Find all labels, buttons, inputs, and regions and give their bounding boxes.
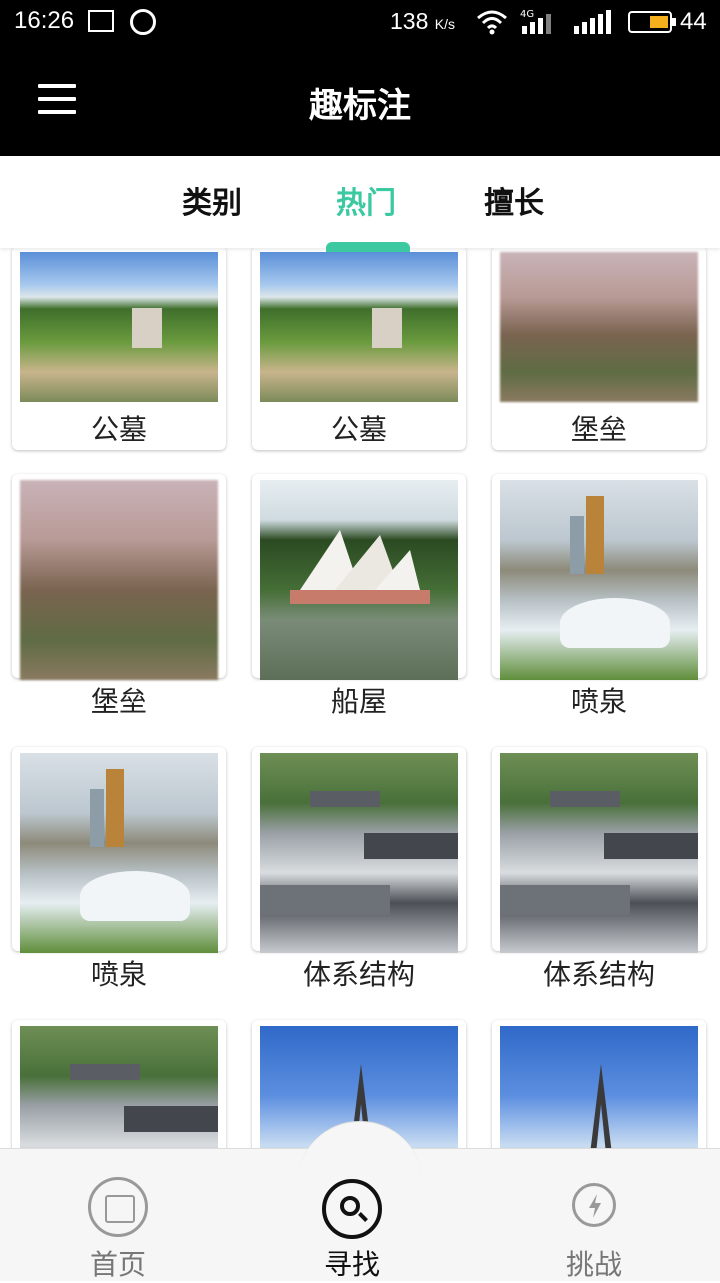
tab-indicator (326, 242, 410, 252)
image-icon (88, 10, 114, 32)
battery-percent: 44 (680, 8, 707, 35)
card-label: 堡垒 (570, 413, 627, 446)
grid-card[interactable]: 公墓 (252, 248, 466, 450)
check-circle-icon (130, 9, 156, 35)
nav-challenge-label: 挑战 (565, 1248, 622, 1281)
card-label: 体系结构 (542, 958, 655, 991)
page-title: 趣标注 (309, 86, 411, 126)
nav-home[interactable]: 首页 (38, 1149, 198, 1281)
grid-card[interactable]: 体系结构 (252, 747, 466, 991)
network-speed-unit: K/s (434, 16, 455, 32)
card-label: 喷泉 (570, 685, 627, 718)
card-label: 公墓 (90, 413, 147, 446)
thumbnail-image (260, 252, 458, 402)
nav-home-label: 首页 (89, 1248, 146, 1281)
thumbnail-image (260, 753, 458, 953)
grid-card[interactable]: 喷泉 (12, 747, 226, 991)
grid-card[interactable]: 船屋 (252, 474, 466, 718)
status-bar: 16:26 138 K/s 4G 44 (0, 0, 720, 44)
lightning-refresh-icon (572, 1183, 616, 1227)
grid-card[interactable] (12, 1020, 226, 1148)
thumbnail-image (20, 753, 218, 953)
wifi-icon (477, 10, 507, 35)
grid-card[interactable]: 体系结构 (492, 747, 706, 991)
battery-icon (628, 11, 676, 33)
tab-category[interactable]: 类别 (182, 178, 242, 222)
thumbnail-image (500, 480, 698, 680)
card-label: 船屋 (330, 685, 387, 718)
thumbnail-image (500, 753, 698, 953)
signal-icon-2 (574, 10, 611, 34)
card-label: 体系结构 (302, 958, 415, 991)
app-bar: 趣标注 (0, 44, 720, 156)
grid-card[interactable]: 喷泉 (492, 474, 706, 718)
opera-house-graphic (290, 530, 430, 604)
thumbnail-image (500, 252, 698, 402)
nav-search-label: 寻找 (323, 1248, 380, 1281)
thumbnail-image (500, 1026, 698, 1148)
search-icon (322, 1179, 382, 1239)
nav-challenge[interactable]: 挑战 (514, 1149, 674, 1281)
thumbnail-image (20, 252, 218, 402)
network-speed: 138 K/s (390, 8, 455, 34)
card-label: 喷泉 (90, 958, 147, 991)
grid-card[interactable]: 堡垒 (492, 248, 706, 450)
grid-card[interactable]: 堡垒 (12, 474, 226, 718)
card-label: 堡垒 (90, 685, 147, 718)
tab-bar: 类别 热门 擅长 (0, 156, 720, 252)
tab-popular[interactable]: 热门 (336, 178, 396, 222)
grid-card[interactable]: 公墓 (12, 248, 226, 450)
thumbnail-image (20, 480, 218, 680)
thumbnail-image (20, 1026, 218, 1148)
tab-expertise[interactable]: 擅长 (484, 178, 544, 222)
grid-card[interactable] (492, 1020, 706, 1148)
thumbnail-image (260, 480, 458, 680)
signal-icon (522, 10, 551, 34)
card-label: 公墓 (330, 413, 387, 446)
picture-frame-icon (88, 1177, 148, 1237)
status-time: 16:26 (14, 7, 75, 34)
bottom-nav: 首页 寻找 挑战 (0, 1121, 720, 1281)
eiffel-tower-graphic (590, 1064, 612, 1148)
nav-search[interactable]: 寻找 (272, 1149, 432, 1281)
image-grid: 公墓 公墓 堡垒 堡垒 船屋 喷泉 喷泉 体系结构 体系结构 (0, 248, 720, 1148)
